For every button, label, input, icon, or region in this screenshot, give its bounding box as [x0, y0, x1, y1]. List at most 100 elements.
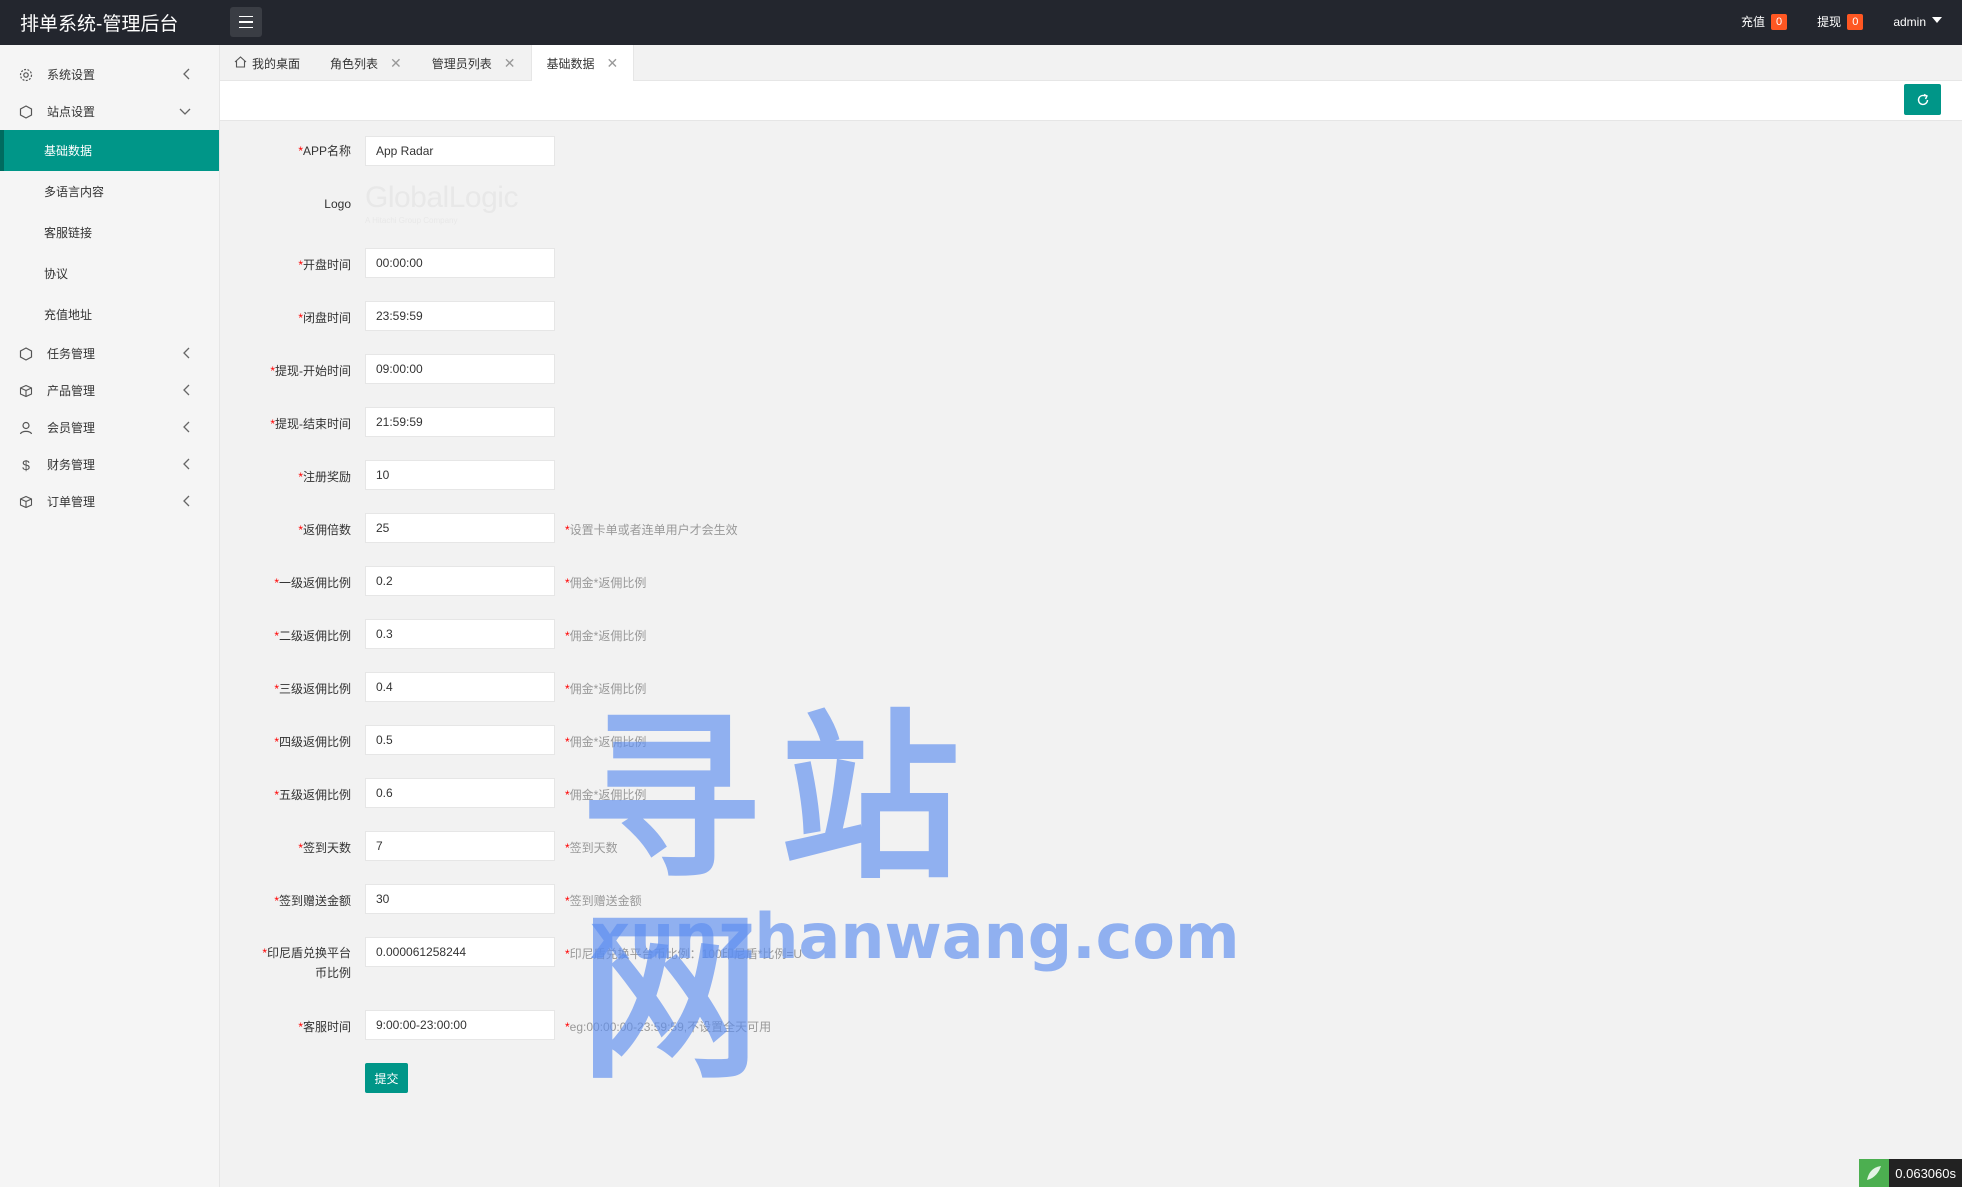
tab-label: 角色列表	[330, 56, 379, 71]
level1-rate-input[interactable]	[365, 566, 555, 596]
field-label: *开盘时间	[298, 258, 351, 272]
watermark-main-text: 寻站网	[580, 695, 981, 1104]
sidebar-item-order[interactable]: 订单管理	[0, 483, 219, 520]
box-icon	[18, 383, 34, 399]
withdraw-start-input[interactable]	[365, 354, 555, 384]
close-icon[interactable]: ✕	[607, 55, 619, 72]
level3-rate-input[interactable]	[365, 672, 555, 702]
close-icon[interactable]: ✕	[504, 55, 516, 72]
field-label: *注册奖励	[298, 470, 351, 484]
chevron-left-icon	[183, 68, 191, 83]
tab-desktop[interactable]: 我的桌面	[220, 45, 315, 81]
content-toolbar	[220, 81, 1962, 121]
field-hint: *设置卡单或者连单用户才会生效	[565, 523, 738, 537]
sidebar-item-member[interactable]: 会员管理	[0, 409, 219, 446]
recharge-label: 充值	[1741, 15, 1766, 29]
chevron-left-icon	[183, 495, 191, 510]
chevron-left-icon	[183, 421, 191, 436]
header-actions: 充值 0 提现 0 admin	[1711, 13, 1942, 30]
field-label: *APP名称	[298, 144, 351, 158]
withdraw-link[interactable]: 提现 0	[1817, 13, 1864, 30]
sidebar-subitem-basic-data[interactable]: 基础数据	[0, 130, 219, 171]
service-time-input[interactable]	[365, 1010, 555, 1040]
field-label: *四级返佣比例	[274, 735, 351, 749]
field-label: *五级返佣比例	[274, 788, 351, 802]
sidebar-item-task[interactable]: 任务管理	[0, 335, 219, 372]
level2-rate-input[interactable]	[365, 619, 555, 649]
field-label: *签到赠送金额	[274, 894, 351, 908]
sidebar-item-system-settings[interactable]: 系统设置	[0, 56, 219, 93]
logo-subtext: A Hitachi Group Company	[365, 216, 458, 225]
debug-timer: 0.063060s	[1859, 1159, 1962, 1187]
field-hint: *印尼盾兑换平台币比例：100印尼盾*比例=U	[565, 947, 803, 961]
withdraw-end-input[interactable]	[365, 407, 555, 437]
idr-rate-input[interactable]	[365, 937, 555, 967]
sidebar-subitem-service-link[interactable]: 客服链接	[0, 212, 219, 253]
field-label: *提现-结束时间	[270, 417, 351, 431]
top-header: 排单系统-管理后台 充值 0 提现 0 admin	[0, 0, 1962, 45]
sidebar: 系统设置 站点设置 基础数据 多语言内容 客服链接 协议 充值地址 任务管理 产…	[0, 45, 220, 1187]
app-name-input[interactable]	[365, 136, 555, 166]
close-time-input[interactable]	[365, 301, 555, 331]
tab-admins[interactable]: 管理员列表 ✕	[417, 45, 531, 81]
field-label: *签到天数	[298, 841, 351, 855]
signin-bonus-input[interactable]	[365, 884, 555, 914]
level4-rate-input[interactable]	[365, 725, 555, 755]
home-icon	[234, 55, 247, 71]
sidebar-item-site-settings[interactable]: 站点设置	[0, 93, 219, 130]
field-label: *返佣倍数	[298, 523, 351, 537]
sidebar-subitem-multilang[interactable]: 多语言内容	[0, 171, 219, 212]
sidebar-item-label: 订单管理	[47, 495, 96, 509]
sidebar-item-label: 产品管理	[47, 384, 96, 398]
sidebar-item-product[interactable]: 产品管理	[0, 372, 219, 409]
leaf-logo-icon	[1859, 1159, 1890, 1187]
tab-bar: 我的桌面 角色列表 ✕ 管理员列表 ✕ 基础数据 ✕	[220, 45, 1962, 82]
tab-basic-data[interactable]: 基础数据 ✕	[530, 45, 635, 82]
field-label: *提现-开始时间	[270, 364, 351, 378]
tab-label: 我的桌面	[252, 56, 301, 71]
field-hint: *签到天数	[565, 841, 618, 855]
sidebar-item-label: 站点设置	[47, 105, 96, 119]
recharge-count-badge: 0	[1771, 13, 1788, 30]
field-hint: *佣金*返佣比例	[565, 576, 647, 590]
tab-roles[interactable]: 角色列表 ✕	[315, 45, 417, 81]
field-label: *三级返佣比例	[274, 682, 351, 696]
menu-toggle-button[interactable]	[230, 7, 262, 37]
chevron-left-icon	[183, 347, 191, 362]
hamburger-icon	[239, 14, 253, 31]
signin-days-input[interactable]	[365, 831, 555, 861]
field-label: *客服时间	[298, 1020, 351, 1034]
sidebar-subitem-agreement[interactable]: 协议	[0, 253, 219, 294]
sidebar-item-label: 系统设置	[47, 68, 96, 82]
site-icon	[18, 104, 34, 120]
timer-value: 0.063060s	[1895, 1165, 1956, 1181]
recharge-link[interactable]: 充值 0	[1741, 13, 1788, 30]
refresh-button[interactable]	[1904, 84, 1941, 115]
close-icon[interactable]: ✕	[390, 55, 402, 72]
sidebar-subitem-recharge-address[interactable]: 充值地址	[0, 294, 219, 335]
logo-text: GlobalLogic	[365, 181, 518, 214]
user-menu[interactable]: admin	[1893, 15, 1942, 29]
field-hint: *eg:00:00:00-23:59:59,不设置全天可用	[565, 1020, 772, 1034]
logo-image[interactable]: GlobalLogic A Hitachi Group Company	[365, 180, 555, 232]
rebate-multiple-input[interactable]	[365, 513, 555, 543]
field-label: *闭盘时间	[298, 311, 351, 325]
withdraw-label: 提现	[1817, 15, 1842, 29]
tab-label: 管理员列表	[431, 56, 492, 71]
withdraw-count-badge: 0	[1847, 13, 1864, 30]
open-time-input[interactable]	[365, 248, 555, 278]
submit-button[interactable]: 提交	[365, 1063, 408, 1093]
field-label: Logo	[324, 197, 351, 211]
user-name: admin	[1893, 14, 1926, 29]
sidebar-item-finance[interactable]: $ 财务管理	[0, 446, 219, 483]
level5-rate-input[interactable]	[365, 778, 555, 808]
register-reward-input[interactable]	[365, 460, 555, 490]
sidebar-item-label: 财务管理	[47, 458, 96, 472]
tab-label: 基础数据	[546, 57, 595, 71]
sidebar-item-label: 会员管理	[47, 421, 96, 435]
field-hint: *佣金*返佣比例	[565, 682, 647, 696]
chevron-left-icon	[183, 384, 191, 399]
field-hint: *佣金*返佣比例	[565, 629, 647, 643]
field-hint: *佣金*返佣比例	[565, 788, 647, 802]
field-label: *二级返佣比例	[274, 629, 351, 643]
